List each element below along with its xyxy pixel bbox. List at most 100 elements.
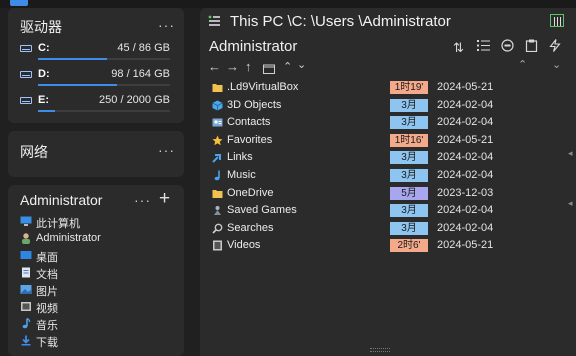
drive-usage-fill <box>38 110 55 112</box>
video-icon <box>212 240 223 251</box>
cube-icon <box>212 100 223 111</box>
file-age-badge: 5月 <box>390 186 428 200</box>
file-row[interactable]: Music 3月 2024-02-04 <box>212 168 502 185</box>
fav-item-administrator[interactable]: Administrator <box>20 231 170 248</box>
drives-more-button[interactable]: ··· <box>158 17 175 33</box>
search-icon <box>212 223 223 234</box>
drive-usage-bar <box>38 58 170 60</box>
grip-icon[interactable] <box>370 348 390 352</box>
list-view-icon[interactable] <box>477 39 490 55</box>
drive-icon <box>20 71 32 78</box>
fav-item-computer[interactable]: 此计算机 <box>20 214 170 231</box>
user-more-button[interactable]: ··· <box>134 192 151 208</box>
add-button[interactable]: + <box>159 188 170 210</box>
file-row[interactable]: OneDrive 5月 2023-12-03 <box>212 186 502 203</box>
address-path[interactable]: This PC \C: \Users \Administrator <box>230 13 451 30</box>
drives-panel: 驱动器 ··· C: 45 / 86 GB D: 98 / 164 GB E: … <box>8 8 184 123</box>
expand-icon[interactable]: ⌄ <box>552 58 561 71</box>
file-age-badge: 3月 <box>390 98 428 112</box>
forward-icon[interactable]: → <box>226 59 239 74</box>
file-age-badge: 3月 <box>390 151 428 165</box>
file-date: 2024-05-21 <box>437 239 494 252</box>
user-icon <box>20 233 32 244</box>
fav-item-documents[interactable]: 文档 <box>20 265 170 282</box>
fav-item-desktop[interactable]: 桌面 <box>20 248 170 265</box>
menu-icon[interactable] <box>208 15 220 27</box>
contacts-icon <box>212 117 223 128</box>
file-date: 2024-02-04 <box>437 116 494 129</box>
file-name: Searches <box>227 221 274 234</box>
file-row[interactable]: Contacts 3月 2024-02-04 <box>212 115 502 132</box>
fav-label: 图片 <box>36 286 58 298</box>
fav-label: 桌面 <box>36 252 58 264</box>
chevron-down-icon[interactable]: ⌄ <box>297 58 306 71</box>
file-age-badge: 1时16' <box>390 133 428 147</box>
drive-size: 45 / 86 GB <box>117 42 170 54</box>
back-icon[interactable]: ← <box>208 59 221 74</box>
file-browser: This PC \C: \Users \Administrator Admini… <box>200 8 576 356</box>
collapse-icon[interactable]: ⌃ <box>518 58 527 71</box>
drive-usage-fill <box>38 84 118 86</box>
fav-item-videos[interactable]: 视频 <box>20 299 170 316</box>
scroll-down-arrow[interactable]: ◂ <box>568 198 573 209</box>
music-icon <box>212 170 223 181</box>
fav-label: 此计算机 <box>36 218 80 230</box>
file-row[interactable]: Searches 3月 2024-02-04 <box>212 221 502 238</box>
drive-name: E: <box>38 94 49 106</box>
file-row[interactable]: 3D Objects 3月 2024-02-04 <box>212 98 502 115</box>
file-row[interactable]: Saved Games 3月 2024-02-04 <box>212 203 502 220</box>
music-icon <box>20 317 32 329</box>
drive-e[interactable]: E: 250 / 2000 GB <box>20 94 180 118</box>
download-icon <box>20 335 32 346</box>
network-more-button[interactable]: ··· <box>158 142 175 158</box>
file-name: 3D Objects <box>227 98 282 111</box>
file-date: 2024-02-04 <box>437 151 494 164</box>
file-row[interactable]: Videos 2时6' 2024-05-21 <box>212 238 502 255</box>
up-icon[interactable]: ↑ <box>245 59 252 74</box>
lightning-icon[interactable] <box>549 39 561 55</box>
panel-splitter[interactable] <box>188 8 196 356</box>
network-panel: 网络 ··· <box>8 131 184 177</box>
picture-icon <box>20 284 32 295</box>
file-row[interactable]: .Ld9VirtualBox 1时19' 2024-05-21 <box>212 80 502 97</box>
chevron-up-icon[interactable]: ⌃ <box>283 60 292 73</box>
user-panel: Administrator ··· + 此计算机 Administrator 桌… <box>8 185 184 356</box>
file-age-badge: 2时6' <box>390 239 428 253</box>
clipboard-icon[interactable] <box>525 39 538 55</box>
drive-d[interactable]: D: 98 / 164 GB <box>20 68 180 92</box>
document-icon <box>20 267 32 278</box>
file-name: Videos <box>227 239 261 252</box>
file-name: Links <box>227 151 253 164</box>
desktop-icon <box>20 250 32 261</box>
file-date: 2023-12-03 <box>437 186 494 199</box>
fav-label: 音乐 <box>36 320 58 332</box>
fav-item-music[interactable]: 音乐 <box>20 316 170 333</box>
sort-icon[interactable]: ⇅ <box>453 40 464 56</box>
drive-size: 98 / 164 GB <box>111 68 170 80</box>
drive-c[interactable]: C: 45 / 86 GB <box>20 42 180 66</box>
file-name: Music <box>227 169 256 181</box>
file-age-badge: 3月 <box>390 169 428 182</box>
file-row[interactable]: Links 3月 2024-02-04 <box>212 150 502 167</box>
drive-name: D: <box>38 68 50 80</box>
file-date: 2024-05-21 <box>437 81 494 93</box>
file-age-badge: 3月 <box>390 116 428 130</box>
file-row[interactable]: Favorites 1时16' 2024-05-21 <box>212 133 502 150</box>
drive-size: 250 / 2000 GB <box>99 94 170 106</box>
drive-usage-bar <box>38 84 170 86</box>
preview-icon[interactable] <box>501 39 514 55</box>
drive-name: C: <box>38 42 50 54</box>
file-name: Saved Games <box>227 204 297 217</box>
file-age-badge: 3月 <box>390 204 428 218</box>
file-date: 2024-02-04 <box>437 98 494 111</box>
scroll-up-arrow[interactable]: ◂ <box>568 148 573 159</box>
fav-item-pictures[interactable]: 图片 <box>20 282 170 299</box>
history-icon[interactable] <box>263 62 275 77</box>
panel-layout-icon[interactable] <box>550 14 564 27</box>
fav-item-downloads[interactable]: 下载 <box>20 333 170 350</box>
video-icon <box>20 301 32 312</box>
fav-label: Administrator <box>36 232 101 244</box>
file-date: 2024-02-04 <box>437 204 494 217</box>
folder-title: Administrator <box>209 38 298 55</box>
drives-title: 驱动器 <box>20 19 62 35</box>
